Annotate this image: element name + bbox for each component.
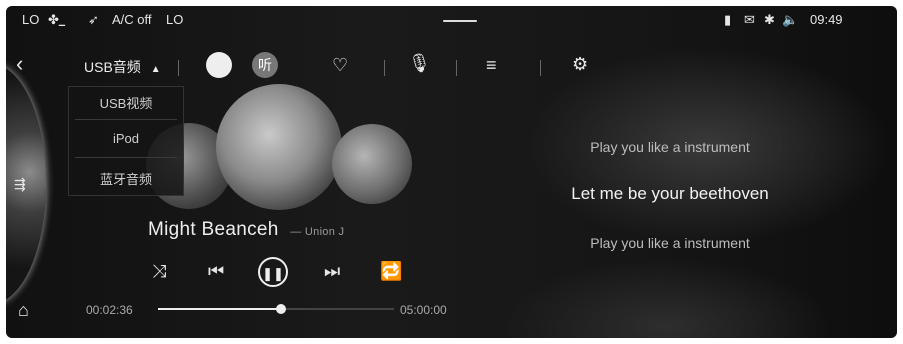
song-title: Might Beanceh (148, 219, 279, 240)
next-track-icon[interactable]: ⏭ (324, 261, 340, 282)
divider (456, 60, 457, 76)
seat-icon[interactable]: ➶ (88, 12, 99, 28)
moon-small-right (332, 124, 412, 204)
source-option-ipod[interactable]: iPod (69, 131, 183, 146)
source-option-bluetooth-audio[interactable]: 蓝牙音频 (69, 169, 183, 188)
settings-icon[interactable]: ⚙ (572, 54, 588, 74)
phone-battery-icon: ▮ (724, 12, 732, 27)
left-temperature[interactable]: LO (22, 12, 39, 27)
progress-knob[interactable] (275, 304, 286, 314)
moon-large (216, 84, 342, 210)
listen-app-icon[interactable]: 听 (252, 52, 278, 78)
lyric-next: Play you like a instrument (590, 235, 750, 251)
music-app-icon[interactable] (206, 52, 232, 78)
previous-track-icon[interactable]: ⏮ (208, 261, 224, 282)
source-dropdown: USB视频 iPod 蓝牙音频 (68, 86, 184, 196)
progress-fill (158, 308, 281, 310)
planet-edge-graphic (6, 64, 46, 304)
lyric-prev: Play you like a instrument (590, 139, 750, 155)
elapsed-time: 00:02:36 (86, 303, 133, 317)
side-menu-icon[interactable]: ⇶ (14, 174, 26, 194)
shuffle-icon[interactable]: ⤨ (152, 261, 166, 282)
caret-up-icon: ▲ (150, 64, 161, 75)
heart-icon[interactable]: ♡ (332, 55, 348, 75)
total-time: 05:00:00 (400, 303, 447, 317)
song-info: Might Beanceh — Union J (148, 219, 344, 241)
infotainment-screen: LO ✤▁ ➶ A/C off LO ▮ ✉ ✱ 🔈 09:49 ‹ USB音频… (6, 6, 897, 338)
drawer-handle[interactable] (443, 20, 477, 22)
back-icon[interactable]: ‹ (16, 53, 23, 75)
clock-time: 09:49 (810, 12, 843, 27)
playlist-icon[interactable]: ≡ (486, 55, 497, 75)
right-temperature[interactable]: LO (166, 12, 183, 27)
divider (75, 157, 177, 158)
fan-icon[interactable]: ✤▁ (48, 12, 65, 28)
divider (384, 60, 385, 76)
bluetooth-icon: ✱ (764, 12, 775, 27)
volume-icon: 🔈 (782, 12, 799, 27)
pause-button[interactable]: ❚❚ (258, 257, 288, 287)
source-option-usb-video[interactable]: USB视频 (69, 93, 183, 112)
message-icon: ✉ (744, 12, 755, 27)
repeat-icon[interactable]: 🔁 (380, 261, 402, 282)
divider (75, 119, 177, 120)
ac-status[interactable]: A/C off (112, 12, 152, 27)
mic-icon[interactable]: 🎙 (408, 53, 431, 73)
divider (178, 60, 179, 76)
divider (540, 60, 541, 76)
lyric-current: Let me be your beethoven (571, 184, 769, 203)
source-selector[interactable]: USB音频 ▲ (84, 57, 161, 77)
source-selected-label: USB音频 (84, 59, 141, 75)
home-icon[interactable]: ⌂ (18, 300, 29, 320)
song-artist: — Union J (290, 226, 345, 238)
